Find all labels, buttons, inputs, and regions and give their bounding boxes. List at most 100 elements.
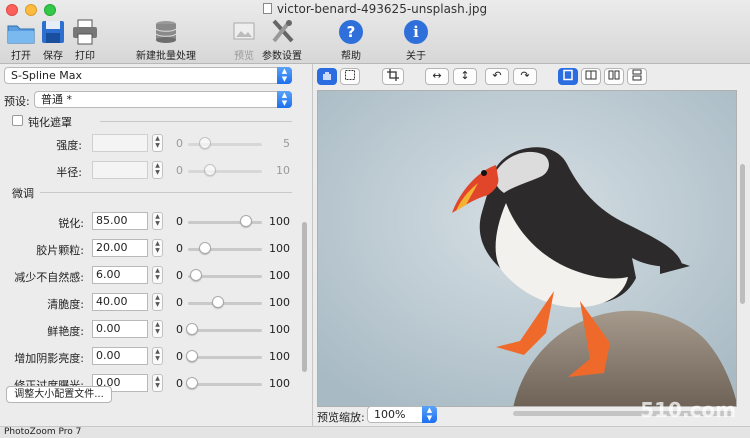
- slider-min: 0: [176, 269, 183, 282]
- strength-stepper[interactable]: ▲ ▼: [152, 134, 163, 152]
- preset-select[interactable]: 普通 * ▲ ▼: [34, 91, 292, 108]
- finetune-slider-knob[interactable]: [240, 215, 252, 227]
- slider-max: 100: [269, 350, 290, 363]
- hand-icon: [323, 72, 331, 80]
- strength-max: 5: [283, 137, 290, 150]
- section-divider: [100, 121, 292, 122]
- slider-max: 100: [269, 269, 290, 282]
- slider-max: 100: [269, 242, 290, 255]
- vertical-arrows-icon: ↕: [460, 69, 470, 82]
- side-by-side-button[interactable]: [604, 68, 624, 85]
- info-icon: i: [404, 20, 428, 44]
- select-tool-button[interactable]: [340, 68, 360, 85]
- finetune-stepper[interactable]: ▲ ▼: [152, 374, 163, 392]
- radius-input[interactable]: [92, 161, 148, 179]
- hand-tool-button[interactable]: [317, 68, 337, 85]
- save-button[interactable]: 保存: [38, 18, 68, 62]
- slider-min: 0: [176, 350, 183, 363]
- rotate-left-icon: ↶: [492, 69, 502, 82]
- finetune-label: 鲜艳度:: [47, 325, 84, 338]
- print-button[interactable]: 打印: [70, 18, 100, 62]
- finetune-slider[interactable]: [188, 383, 262, 386]
- split-view-button[interactable]: [581, 68, 601, 85]
- finetune-stepper[interactable]: ▲ ▼: [152, 320, 163, 338]
- rotate-right-button[interactable]: ↷: [513, 68, 537, 85]
- open-label: 打开: [11, 51, 31, 62]
- method-select[interactable]: S-Spline Max ▲ ▼: [4, 67, 292, 84]
- preview-vertical-scrollbar[interactable]: [740, 164, 745, 304]
- strength-label: 强度:: [56, 139, 82, 152]
- preview-image[interactable]: [317, 90, 737, 407]
- finetune-input[interactable]: 20.00: [92, 239, 148, 257]
- finetune-slider[interactable]: [188, 329, 262, 332]
- new-batch-button[interactable]: 新建批量处理: [136, 18, 196, 62]
- slider-max: 100: [269, 215, 290, 228]
- slider-max: 100: [269, 296, 290, 309]
- puffin-photo: [318, 91, 736, 406]
- finetune-stepper[interactable]: ▲ ▼: [152, 239, 163, 257]
- slider-max: 100: [269, 323, 290, 336]
- stacked-view-icon: [632, 69, 642, 81]
- crop-icon: [387, 69, 399, 81]
- finetune-stepper[interactable]: ▲ ▼: [152, 212, 163, 230]
- help-button[interactable]: ? 帮助: [336, 18, 366, 62]
- app-name: PhotoZoom Pro 7: [4, 427, 82, 437]
- about-label: 关于: [406, 51, 426, 62]
- finetune-slider-knob[interactable]: [190, 269, 202, 281]
- finetune-label: 胶片颗粒:: [36, 244, 84, 257]
- title-bar: victor-benard-493625-unsplash.jpg 打开 保存 …: [0, 0, 750, 64]
- resize-profile-button[interactable]: 调整大小配置文件...: [6, 386, 112, 403]
- chevron-updown-icon: ▲ ▼: [422, 406, 437, 423]
- fit-height-button[interactable]: ↕: [453, 68, 477, 85]
- finetune-input[interactable]: 85.00: [92, 212, 148, 230]
- fit-width-button[interactable]: ↔: [425, 68, 449, 85]
- radius-stepper[interactable]: ▲ ▼: [152, 161, 163, 179]
- finetune-slider[interactable]: [188, 302, 262, 305]
- strength-slider-knob[interactable]: [199, 137, 211, 149]
- side-by-side-icon: [608, 70, 620, 80]
- finetune-input[interactable]: 0.00: [92, 347, 148, 365]
- rotate-left-button[interactable]: ↶: [485, 68, 509, 85]
- finetune-label: 清脆度:: [47, 298, 84, 311]
- preview-button[interactable]: 预览: [229, 18, 259, 62]
- slider-min: 0: [176, 296, 183, 309]
- finetune-input[interactable]: 40.00: [92, 293, 148, 311]
- slider-min: 0: [176, 242, 183, 255]
- finetune-slider-knob[interactable]: [186, 350, 198, 362]
- single-view-button[interactable]: [558, 68, 578, 85]
- crop-button[interactable]: [382, 68, 404, 85]
- rotate-right-icon: ↷: [520, 69, 530, 82]
- split-view-icon: [585, 70, 597, 80]
- finetune-stepper[interactable]: ▲ ▼: [152, 293, 163, 311]
- finetune-slider-knob[interactable]: [212, 296, 224, 308]
- radius-slider-knob[interactable]: [204, 164, 216, 176]
- save-label: 保存: [43, 51, 63, 62]
- settings-label: 参数设置: [262, 51, 302, 62]
- new-batch-label: 新建批量处理: [136, 51, 196, 62]
- strength-min: 0: [176, 137, 183, 150]
- settings-button[interactable]: 参数设置: [262, 18, 302, 62]
- about-button[interactable]: i 关于: [401, 18, 431, 62]
- finetune-stepper[interactable]: ▲ ▼: [152, 266, 163, 284]
- settings-scrollbar[interactable]: [302, 222, 307, 372]
- unsharp-checkbox[interactable]: [12, 115, 23, 126]
- radius-slider[interactable]: [188, 170, 262, 173]
- finetune-slider-knob[interactable]: [186, 377, 198, 389]
- finetune-input[interactable]: 6.00: [92, 266, 148, 284]
- finetune-slider-knob[interactable]: [186, 323, 198, 335]
- zoom-select[interactable]: 100% ▲ ▼: [367, 406, 437, 423]
- folder-icon: [7, 25, 35, 44]
- finetune-slider-knob[interactable]: [199, 242, 211, 254]
- open-button[interactable]: 打开: [6, 18, 36, 62]
- finetune-input[interactable]: 0.00: [92, 320, 148, 338]
- finetune-slider[interactable]: [188, 356, 262, 359]
- zoom-label: 预览缩放:: [317, 411, 365, 424]
- finetune-stepper[interactable]: ▲ ▼: [152, 347, 163, 365]
- strength-input[interactable]: [92, 134, 148, 152]
- svg-text:?: ?: [347, 23, 356, 41]
- stacked-view-button[interactable]: [627, 68, 647, 85]
- app-window: victor-benard-493625-unsplash.jpg 打开 保存 …: [0, 0, 750, 438]
- preset-value: 普通 *: [41, 93, 72, 106]
- image-preview-icon: [233, 22, 255, 40]
- unsharp-label: 钝化遮罩: [28, 116, 72, 129]
